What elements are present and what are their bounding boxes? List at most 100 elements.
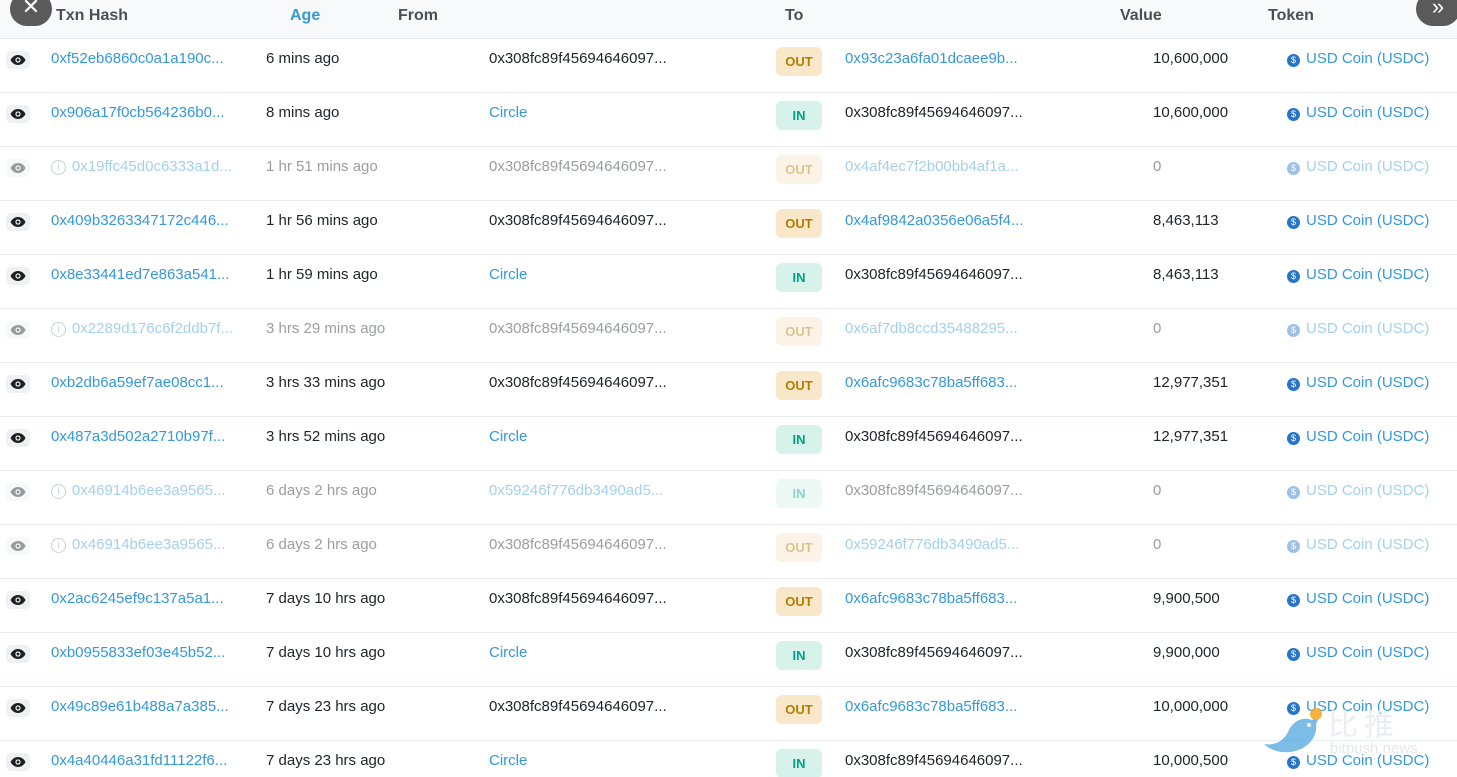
txn-age: 1 hr 51 mins ago xyxy=(266,158,378,175)
usdc-coin-icon: $ xyxy=(1287,216,1300,229)
txn-hash-link[interactable]: i 0x2289d176c6f2ddb7f... xyxy=(51,320,233,337)
txn-hash-link[interactable]: 0xb0955833ef03e45b52... xyxy=(51,644,225,661)
to-address[interactable]: 0x4af4ec7f2b00bb4af1a... xyxy=(845,158,1018,175)
table-row: 0x906a17f0cb564236b0... 8 mins ago Circle I… xyxy=(0,93,1457,147)
token-link[interactable]: $ USD Coin (USDC) xyxy=(1287,536,1429,553)
token-link[interactable]: $ USD Coin (USDC) xyxy=(1287,482,1429,499)
txn-age: 3 hrs 52 mins ago xyxy=(266,428,386,445)
from-address[interactable]: Circle xyxy=(489,104,527,121)
view-details-button[interactable] xyxy=(6,591,30,609)
txn-hash-link[interactable]: 0x2ac6245ef9c137a5a1... xyxy=(51,590,224,607)
view-details-button[interactable] xyxy=(6,159,30,177)
view-details-button[interactable] xyxy=(6,51,30,69)
direction-badge: IN xyxy=(776,641,822,670)
txn-hash-link[interactable]: 0x4a40446a31fd11122f6... xyxy=(51,752,227,769)
header-token: Token xyxy=(1268,7,1314,24)
token-link[interactable]: $ USD Coin (USDC) xyxy=(1287,266,1429,283)
to-address[interactable]: 0x93c23a6fa01dcaee9b... xyxy=(845,50,1018,67)
txn-hash-link[interactable]: 0x409b3263347172c446... xyxy=(51,212,229,229)
usdc-coin-icon: $ xyxy=(1287,324,1300,337)
table-row: 0x487a3d502a2710b97f... 3 hrs 52 mins ago… xyxy=(0,417,1457,471)
to-address[interactable]: 0x6afc9683c78ba5ff683... xyxy=(845,590,1017,607)
txn-hash-link[interactable]: i 0x19ffc45d0c6333a1d... xyxy=(51,158,232,175)
transfer-value: 9,900,000 xyxy=(1153,644,1220,661)
txn-hash-link[interactable]: i 0x46914b6ee3a9565... xyxy=(51,536,225,553)
view-details-button[interactable] xyxy=(6,699,30,717)
view-details-button[interactable] xyxy=(6,375,30,393)
usdc-coin-icon: $ xyxy=(1287,486,1300,499)
from-address[interactable]: Circle xyxy=(489,752,527,769)
transfer-value: 0 xyxy=(1153,320,1162,337)
transfer-value: 0 xyxy=(1153,482,1162,499)
token-link[interactable]: $ USD Coin (USDC) xyxy=(1287,644,1429,661)
transfer-value: 10,600,000 xyxy=(1153,50,1229,67)
to-address: 0x308fc89f45694646097... xyxy=(845,104,1023,121)
table-row: 0x409b3263347172c446... 1 hr 56 mins ago 0… xyxy=(0,201,1457,255)
view-details-button[interactable] xyxy=(6,753,30,771)
view-details-button[interactable] xyxy=(6,213,30,231)
token-link[interactable]: $ USD Coin (USDC) xyxy=(1287,50,1429,67)
txn-hash-link[interactable]: 0xb2db6a59ef7ae08cc1... xyxy=(51,374,224,391)
view-details-button[interactable] xyxy=(6,483,30,501)
expand-button[interactable]: » xyxy=(1416,0,1457,26)
token-name: USD Coin (USDC) xyxy=(1306,644,1430,661)
txn-hash-link[interactable]: 0xf52eb6860c0a1a190c... xyxy=(51,50,224,67)
from-address: 0x308fc89f45694646097... xyxy=(489,590,667,607)
token-name: USD Coin (USDC) xyxy=(1306,374,1430,391)
to-address[interactable]: 0x6afc9683c78ba5ff683... xyxy=(845,698,1017,715)
to-address: 0x308fc89f45694646097... xyxy=(845,266,1023,283)
token-link[interactable]: $ USD Coin (USDC) xyxy=(1287,158,1429,175)
from-address[interactable]: Circle xyxy=(489,266,527,283)
header-age-sort[interactable]: Age xyxy=(290,6,320,26)
usdc-coin-icon: $ xyxy=(1287,594,1300,607)
transfer-value: 12,977,351 xyxy=(1153,374,1229,391)
to-address[interactable]: 0x6af7db8ccd35488295... xyxy=(845,320,1018,337)
from-address[interactable]: 0x59246f776db3490ad5... xyxy=(489,482,663,499)
token-name: USD Coin (USDC) xyxy=(1306,320,1430,337)
to-address[interactable]: 0x6afc9683c78ba5ff683... xyxy=(845,374,1017,391)
from-address[interactable]: Circle xyxy=(489,644,527,661)
double-chevron-right-icon: » xyxy=(1431,0,1445,19)
transfer-value: 10,000,000 xyxy=(1153,698,1229,715)
txn-hash-link[interactable]: 0x8e33441ed7e863a541... xyxy=(51,266,230,283)
from-address[interactable]: Circle xyxy=(489,428,527,445)
txn-hash-link[interactable]: 0x49c89e61b488a7a385... xyxy=(51,698,229,715)
token-link[interactable]: $ USD Coin (USDC) xyxy=(1287,590,1429,607)
header-txn-hash: Txn Hash xyxy=(56,7,129,24)
direction-badge: OUT xyxy=(776,371,822,400)
view-details-button[interactable] xyxy=(6,321,30,339)
view-details-button[interactable] xyxy=(6,105,30,123)
info-circle-icon: i xyxy=(51,322,66,337)
usdc-coin-icon: $ xyxy=(1287,540,1300,553)
view-details-button[interactable] xyxy=(6,537,30,555)
table-row: 0x4a40446a31fd11122f6... 7 days 23 hrs ag… xyxy=(0,741,1457,777)
txn-hash-text: 0x4a40446a31fd11122f6... xyxy=(51,752,228,769)
txn-age: 6 days 2 hrs ago xyxy=(266,482,377,499)
txn-hash-link[interactable]: 0x906a17f0cb564236b0... xyxy=(51,104,225,121)
token-name: USD Coin (USDC) xyxy=(1306,158,1430,175)
from-address: 0x308fc89f45694646097... xyxy=(489,50,667,67)
info-circle-icon: i xyxy=(51,484,66,499)
txn-hash-text: 0x2289d176c6f2ddb7f... xyxy=(72,320,233,337)
close-icon: ✕ xyxy=(21,0,41,19)
txn-hash-link[interactable]: i 0x46914b6ee3a9565... xyxy=(51,482,225,499)
table-row: 0x8e33441ed7e863a541... 1 hr 59 mins ago C… xyxy=(0,255,1457,309)
token-link[interactable]: $ USD Coin (USDC) xyxy=(1287,428,1429,445)
usdc-coin-icon: $ xyxy=(1287,54,1300,67)
txn-hash-text: 0x487a3d502a2710b97f... xyxy=(51,428,226,445)
usdc-coin-icon: $ xyxy=(1287,648,1300,661)
view-details-button[interactable] xyxy=(6,645,30,663)
token-link[interactable]: $ USD Coin (USDC) xyxy=(1287,374,1429,391)
view-details-button[interactable] xyxy=(6,429,30,447)
watermark-logo: 比推 bitpush.news xyxy=(1262,700,1452,770)
transfer-value: 10,000,500 xyxy=(1153,752,1229,769)
transfer-value: 8,463,113 xyxy=(1153,212,1219,229)
to-address[interactable]: 0x59246f776db3490ad5... xyxy=(845,536,1019,553)
txn-hash-link[interactable]: 0x487a3d502a2710b97f... xyxy=(51,428,225,445)
to-address[interactable]: 0x4af9842a0356e06a5f4... xyxy=(845,212,1024,229)
token-link[interactable]: $ USD Coin (USDC) xyxy=(1287,104,1429,121)
view-details-button[interactable] xyxy=(6,267,30,285)
token-link[interactable]: $ USD Coin (USDC) xyxy=(1287,212,1429,229)
token-link[interactable]: $ USD Coin (USDC) xyxy=(1287,320,1429,337)
close-button[interactable]: ✕ xyxy=(10,0,52,26)
